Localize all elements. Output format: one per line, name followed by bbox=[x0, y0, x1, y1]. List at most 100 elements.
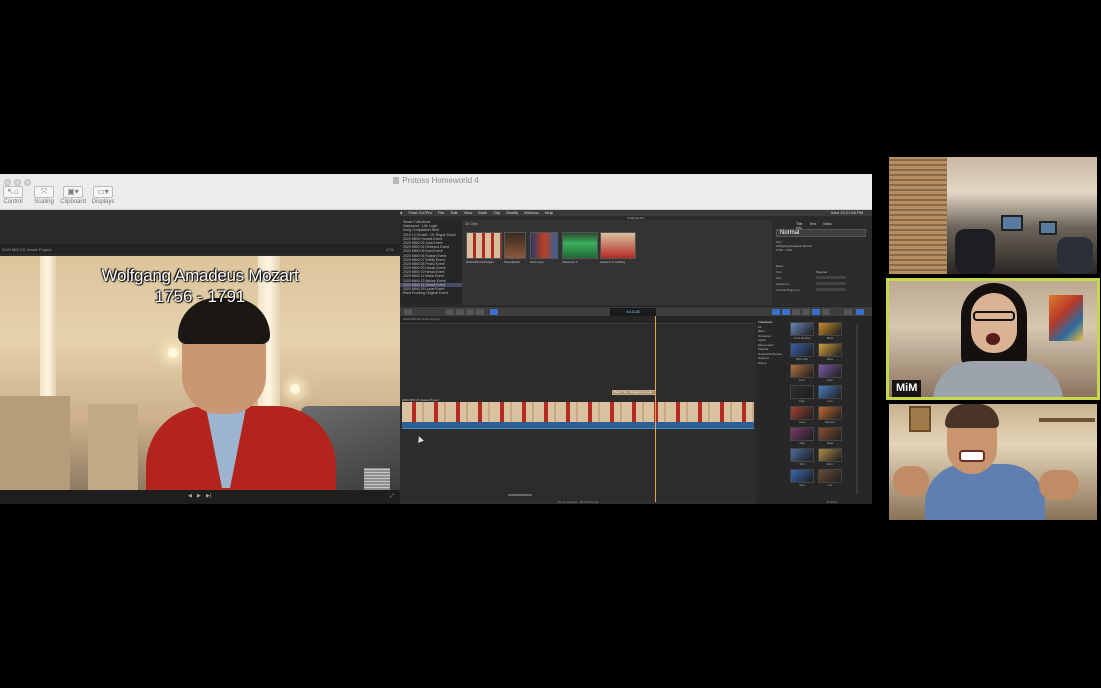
menu-view[interactable]: View bbox=[464, 210, 473, 215]
transition-thumbnail[interactable] bbox=[790, 427, 814, 441]
clip-thumbnail[interactable] bbox=[600, 232, 636, 259]
transition-thumbnail[interactable] bbox=[790, 448, 814, 462]
index-button[interactable] bbox=[404, 309, 412, 315]
transitions-scrollbar[interactable] bbox=[856, 324, 858, 494]
viewer-zoom[interactable]: 47% bbox=[386, 247, 394, 252]
category-item[interactable]: Wipes bbox=[758, 361, 786, 366]
transition-thumbnail[interactable] bbox=[790, 322, 814, 336]
inspector-row-font[interactable]: Font Papyrus bbox=[776, 270, 866, 274]
inspector-toggle-button[interactable] bbox=[844, 309, 852, 315]
menu-file[interactable]: File bbox=[438, 210, 444, 215]
clip-thumbnail-audio[interactable] bbox=[562, 232, 598, 259]
control-tool[interactable]: ↖⌂ Control bbox=[2, 186, 24, 208]
participant-video-tile-active-speaker[interactable]: MiM bbox=[886, 278, 1100, 400]
transition-thumbnail[interactable] bbox=[818, 406, 842, 420]
transition-label: Cube bbox=[799, 421, 805, 424]
timecode-display[interactable]: 6:13:28 bbox=[610, 308, 656, 316]
participant-mouth bbox=[959, 450, 985, 462]
office-chair bbox=[955, 229, 995, 274]
connect-clip-button[interactable] bbox=[446, 309, 454, 315]
participant-video-tile[interactable] bbox=[889, 157, 1097, 274]
timeline-ruler[interactable]: 2020 MM CS Jessie Project bbox=[400, 316, 756, 324]
glasses bbox=[973, 311, 1015, 321]
transition-thumbnail[interactable] bbox=[818, 469, 842, 483]
transitions-count: 73 items bbox=[826, 500, 838, 504]
menu-modify[interactable]: Modify bbox=[506, 210, 518, 215]
forward-icon[interactable]: ▶| bbox=[206, 493, 211, 499]
generators-browser-button[interactable] bbox=[812, 309, 820, 315]
scaling-icon: ⤧ bbox=[34, 186, 54, 198]
title-clip[interactable]: Basic Title: Wolfgang Amade... bbox=[612, 390, 656, 395]
inspector-row-size[interactable]: Size bbox=[776, 276, 866, 280]
insert-clip-button[interactable] bbox=[456, 309, 464, 315]
menu-mark[interactable]: Mark bbox=[478, 210, 487, 215]
overwrite-clip-button[interactable] bbox=[476, 309, 484, 315]
transition-thumbnail[interactable] bbox=[790, 406, 814, 420]
shared-screen: Protoss Homeworld 4 ↖⌂ Control ⤧ Scaling… bbox=[0, 174, 872, 504]
audio-waveform[interactable] bbox=[402, 422, 754, 429]
select-tool-button[interactable] bbox=[490, 309, 498, 315]
play-icon[interactable]: ▶ bbox=[197, 493, 201, 499]
transition-label: White Hole bbox=[795, 358, 809, 361]
inspector-row-alignment[interactable]: Alignment bbox=[776, 282, 866, 286]
append-clip-button[interactable] bbox=[466, 309, 474, 315]
transition-label: Flow bbox=[799, 400, 805, 403]
clipboard-tool[interactable]: ▣▾ Clipboard bbox=[59, 186, 87, 208]
monitor bbox=[1039, 221, 1057, 235]
transition-thumbnail[interactable] bbox=[818, 448, 842, 462]
transition-thumbnail[interactable] bbox=[818, 427, 842, 441]
inspector-row-vertical-alignment[interactable]: Vertical Alignment bbox=[776, 288, 866, 292]
photos-browser-button[interactable] bbox=[792, 309, 800, 315]
text-style-preset[interactable]: Normal bbox=[776, 229, 866, 237]
menu-edit[interactable]: Edit bbox=[451, 210, 458, 215]
effects-browser-button[interactable] bbox=[772, 309, 780, 315]
transition-thumbnail[interactable] bbox=[790, 364, 814, 378]
wall-frame bbox=[909, 406, 931, 432]
menu-clip[interactable]: Clip bbox=[493, 210, 500, 215]
participant-hair bbox=[945, 404, 999, 428]
transition-thumbnail[interactable] bbox=[818, 364, 842, 378]
transition-categories: Transitions All Blurs Dissolves Lights M… bbox=[758, 320, 786, 365]
transition-label: Color bbox=[799, 379, 805, 382]
themes-browser-button[interactable] bbox=[822, 309, 830, 315]
ceiling-light bbox=[290, 384, 300, 394]
scaling-tool[interactable]: ⤧ Scaling bbox=[33, 186, 55, 208]
transitions-browser-button[interactable] bbox=[782, 309, 790, 315]
titles-browser-button[interactable] bbox=[802, 309, 810, 315]
participant-video-tile[interactable] bbox=[889, 404, 1097, 520]
apple-menu-icon[interactable]: ● bbox=[400, 210, 402, 215]
timeline[interactable]: 2020 MM CS Jessie Project Basic Title: W… bbox=[400, 316, 756, 504]
timeline-scrollbar[interactable] bbox=[508, 494, 532, 496]
primary-storyline-clip[interactable] bbox=[402, 402, 754, 422]
shelf bbox=[1039, 418, 1095, 422]
playhead[interactable] bbox=[655, 316, 656, 502]
title-caption-years: 1756 - 1791 bbox=[154, 287, 246, 306]
library-sidebar: Smart Collections Hollywood - Life Logic… bbox=[400, 220, 462, 305]
menu-window[interactable]: Window bbox=[524, 210, 538, 215]
transition-thumbnail[interactable] bbox=[818, 322, 842, 336]
transition-thumbnail[interactable] bbox=[790, 469, 814, 483]
clip-thumbnail[interactable] bbox=[504, 232, 526, 259]
inspector-tab-text[interactable]: Text bbox=[809, 222, 815, 226]
menu-app[interactable]: Final Cut Pro bbox=[409, 210, 432, 215]
displays-tool[interactable]: ▭▾ Displays bbox=[89, 186, 117, 208]
transition-label: Twirl bbox=[799, 463, 805, 466]
transition-thumbnail[interactable] bbox=[790, 343, 814, 357]
screen-share-titlebar: Protoss Homeworld 4 ↖⌂ Control ⤧ Scaling… bbox=[0, 174, 872, 210]
rewind-icon[interactable]: ◀ bbox=[188, 493, 192, 499]
transition-thumbnail[interactable] bbox=[790, 385, 814, 399]
transition-thumbnail[interactable] bbox=[818, 343, 842, 357]
inspector-tab-video[interactable]: Video bbox=[823, 222, 832, 226]
inspector-text-content[interactable]: Text Wolfgang Amadeus Mozart 1756 - 1791 bbox=[776, 240, 812, 252]
clip-thumbnail[interactable] bbox=[466, 232, 502, 259]
clip-thumbnail[interactable] bbox=[530, 232, 558, 259]
transition-thumbnail[interactable] bbox=[818, 385, 842, 399]
fullscreen-icon[interactable]: ⤢ bbox=[390, 493, 394, 499]
title-caption-name: Wolfgang Amadeus Mozart bbox=[101, 266, 299, 285]
audio-meter-button[interactable] bbox=[856, 309, 864, 315]
inspector-panel: Title Text Video Info Normal Text Wolfga… bbox=[772, 220, 872, 305]
clipboard-icon: ▣▾ bbox=[63, 186, 83, 198]
ceiling-light bbox=[168, 348, 178, 358]
menu-help[interactable]: Help bbox=[545, 210, 553, 215]
library-item[interactable]: Rami Fronting Original Event bbox=[400, 291, 462, 295]
